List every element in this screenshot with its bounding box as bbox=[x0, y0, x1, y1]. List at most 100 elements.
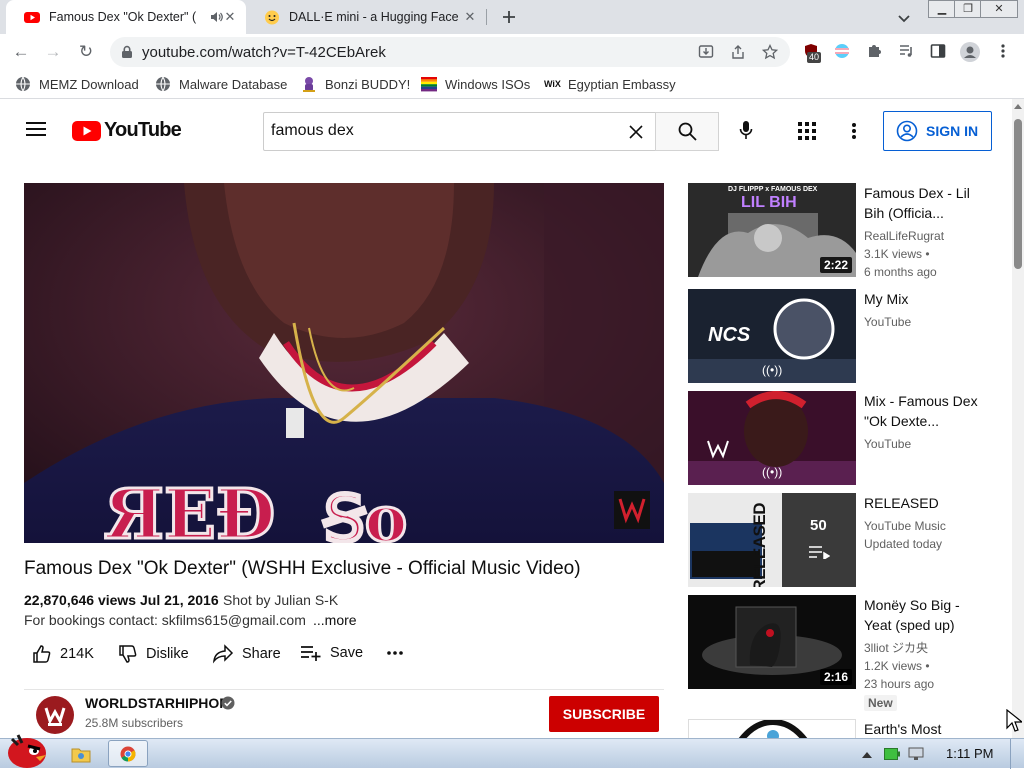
clear-search-icon[interactable] bbox=[629, 125, 643, 139]
bookmark-memz[interactable]: MEMZ Download bbox=[15, 76, 139, 92]
install-app-icon[interactable] bbox=[698, 44, 714, 60]
recommendation-channel[interactable]: 3lliot ジカ央 bbox=[864, 639, 988, 657]
recommendation-channel[interactable]: RealLifeRugrat bbox=[864, 227, 988, 245]
bookmark-star-icon[interactable] bbox=[762, 44, 778, 60]
show-more-link[interactable]: ...more bbox=[313, 612, 357, 628]
youtube-logo[interactable]: YouTube bbox=[72, 119, 182, 142]
bookmark-bonzi-buddy[interactable]: Bonzi BUDDY! bbox=[301, 76, 410, 92]
more-actions-icon[interactable] bbox=[387, 650, 403, 656]
recommendation-item[interactable]: Earth's Most bbox=[688, 719, 988, 738]
chrome-taskbar-button[interactable] bbox=[108, 740, 148, 767]
video-thumbnail[interactable] bbox=[688, 719, 856, 738]
kebab-menu-icon[interactable] bbox=[996, 43, 1010, 59]
ublock-extension-icon[interactable]: 40 bbox=[803, 43, 822, 63]
playlist-video-count: 50 bbox=[810, 517, 827, 534]
angry-bird-start-icon[interactable] bbox=[4, 731, 50, 769]
recommendation-info: Monëy So Big - Yeat (sped up) 3lliot ジカ央… bbox=[864, 595, 988, 712]
recommendation-item[interactable]: RELEASED 50 RELEASED YouTube Music Updat… bbox=[688, 493, 988, 589]
share-page-icon[interactable] bbox=[730, 44, 746, 60]
forward-arrow-icon[interactable]: → bbox=[41, 42, 65, 62]
recommendation-info: RELEASED YouTube Music Updated today bbox=[864, 493, 988, 553]
tab-dalle[interactable]: DALL·E mini - a Hugging Face ✕ bbox=[246, 0, 486, 34]
search-button[interactable] bbox=[655, 112, 719, 151]
lock-icon[interactable] bbox=[121, 45, 133, 59]
recommendation-item[interactable]: 2:16 Monëy So Big - Yeat (sped up) 3llio… bbox=[688, 595, 988, 715]
recommendation-title[interactable]: RELEASED bbox=[864, 493, 988, 513]
playlist-play-icon bbox=[809, 546, 830, 559]
url-text[interactable]: youtube.com/watch?v=T-42CEbArek bbox=[142, 44, 386, 61]
like-button[interactable]: 214K bbox=[32, 644, 94, 664]
puzzle-extensions-icon[interactable] bbox=[866, 43, 882, 59]
video-thumbnail[interactable]: DJ FLIPPP x FAMOUS DEX LIL BIH 2:22 bbox=[688, 183, 856, 277]
recommendation-channel[interactable]: YouTube Music bbox=[864, 517, 988, 535]
video-thumbnail[interactable]: ((•)) bbox=[688, 391, 856, 485]
show-desktop-button[interactable] bbox=[1010, 739, 1024, 769]
subscribe-button[interactable]: SUBSCRIBE bbox=[549, 696, 659, 732]
thumbnail-title-text: RELEASED bbox=[750, 503, 769, 587]
bookmark-egyptian-embassy[interactable]: WiX Egyptian Embassy bbox=[544, 76, 676, 92]
page-scrollbar[interactable] bbox=[1012, 99, 1024, 738]
chrome-icon bbox=[120, 746, 136, 762]
recommendation-item[interactable]: DJ FLIPPP x FAMOUS DEX LIL BIH 2:22 Famo… bbox=[688, 183, 988, 279]
recommendation-title[interactable]: Mix - Famous Dex "Ok Dexte... bbox=[864, 391, 988, 431]
plus-icon[interactable] bbox=[501, 9, 517, 25]
video-thumbnail[interactable]: NCS ((•)) bbox=[688, 289, 856, 383]
network-icon[interactable] bbox=[908, 747, 924, 761]
video-player[interactable]: ЯEÐ Ꞩo bbox=[24, 183, 664, 543]
side-panel-icon[interactable] bbox=[930, 43, 946, 59]
recommendation-item[interactable]: ((•)) Mix - Famous Dex "Ok Dexte... YouT… bbox=[688, 391, 988, 487]
sign-in-label: SIGN IN bbox=[926, 123, 979, 139]
share-button[interactable]: Share bbox=[212, 644, 281, 664]
recommendation-title[interactable]: My Mix bbox=[864, 289, 988, 309]
tab-divider bbox=[486, 9, 487, 25]
address-bar[interactable]: youtube.com/watch?v=T-42CEbArek bbox=[110, 37, 790, 67]
search-input[interactable]: famous dex bbox=[263, 112, 656, 151]
settings-more-icon[interactable] bbox=[851, 122, 857, 140]
scroll-up-arrow-icon[interactable] bbox=[1014, 103, 1022, 109]
back-arrow-icon[interactable]: ← bbox=[9, 42, 33, 62]
tray-expand-icon[interactable] bbox=[862, 751, 872, 759]
channel-avatar[interactable] bbox=[36, 696, 74, 734]
media-control-icon[interactable] bbox=[898, 43, 914, 59]
maximize-window-button[interactable]: ❐ bbox=[954, 0, 982, 18]
recommendation-channel[interactable]: YouTube bbox=[864, 313, 988, 331]
video-thumbnail[interactable]: 2:16 bbox=[688, 595, 856, 689]
tab-youtube[interactable]: Famous Dex "Ok Dexter" ( ✕ bbox=[6, 0, 246, 34]
save-button[interactable]: Save bbox=[300, 644, 363, 662]
close-window-button[interactable]: ✕ bbox=[980, 0, 1018, 18]
apps-grid-icon[interactable] bbox=[798, 122, 816, 140]
battery-icon[interactable] bbox=[884, 748, 900, 760]
profile-avatar-icon[interactable] bbox=[960, 42, 980, 62]
share-arrow-icon bbox=[212, 644, 234, 664]
thumbnail-image bbox=[688, 493, 856, 587]
account-circle-icon bbox=[896, 120, 918, 142]
scrollbar-thumb[interactable] bbox=[1014, 119, 1022, 269]
sign-in-button[interactable]: SIGN IN bbox=[883, 111, 992, 151]
reload-icon[interactable]: ↻ bbox=[74, 42, 98, 62]
bookmark-windows-isos[interactable]: Windows ISOs bbox=[421, 76, 530, 92]
recommendation-title[interactable]: Famous Dex - Lil Bih (Officia... bbox=[864, 183, 988, 223]
channel-name[interactable]: WORLDSTARHIPHOP bbox=[85, 695, 229, 711]
dislike-button[interactable]: Dislike bbox=[118, 644, 189, 664]
subscriber-count: 25.8M subscribers bbox=[85, 716, 184, 730]
bookmark-label: Bonzi BUDDY! bbox=[325, 76, 411, 92]
close-tab-icon[interactable]: ✕ bbox=[222, 9, 238, 25]
recommendation-title[interactable]: Monëy So Big - Yeat (sped up) bbox=[864, 595, 988, 635]
channel-row: WORLDSTARHIPHOP 25.8M subscribers SUBSCR… bbox=[24, 689, 664, 738]
taskbar-clock[interactable]: 1:11 PM bbox=[946, 746, 993, 761]
search-query-text[interactable]: famous dex bbox=[271, 122, 354, 140]
recommendation-channel[interactable]: YouTube bbox=[864, 435, 988, 453]
microphone-icon[interactable] bbox=[739, 120, 753, 140]
minimize-window-button[interactable]: ▁ bbox=[928, 0, 956, 18]
chevron-down-icon[interactable] bbox=[897, 11, 911, 25]
share-label: Share bbox=[242, 646, 281, 662]
recommendation-item[interactable]: NCS ((•)) My Mix YouTube bbox=[688, 289, 988, 385]
bookmarks-bar: MEMZ Download Malware Database Bonzi BUD… bbox=[0, 70, 1024, 99]
close-tab-icon[interactable]: ✕ bbox=[462, 9, 478, 25]
playlist-thumbnail[interactable]: RELEASED 50 bbox=[688, 493, 856, 587]
bookmark-malware-database[interactable]: Malware Database bbox=[155, 76, 287, 92]
recommendation-title[interactable]: Earth's Most bbox=[864, 719, 988, 738]
hamburger-menu-icon[interactable] bbox=[26, 121, 46, 137]
trans-flag-extension-icon[interactable] bbox=[834, 43, 850, 59]
file-explorer-icon[interactable] bbox=[71, 745, 91, 763]
